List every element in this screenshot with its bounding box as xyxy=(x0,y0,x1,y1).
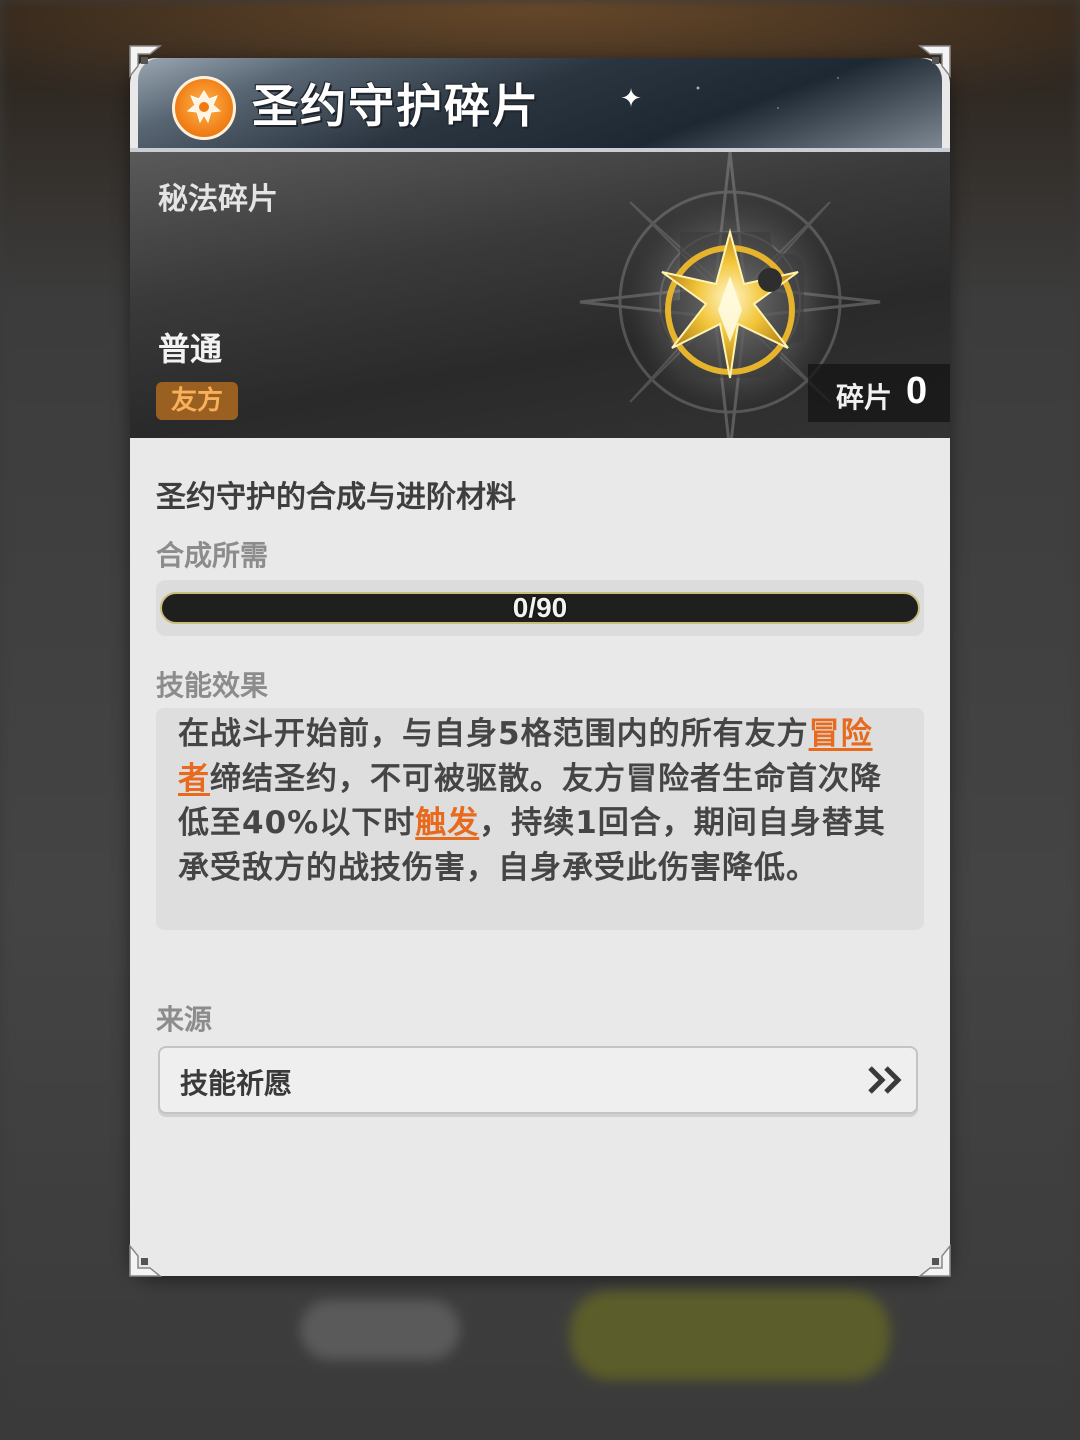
keyword-trigger-link[interactable]: 触发 xyxy=(415,805,479,841)
fragment-count-label: 碎片 xyxy=(836,381,893,414)
source-skill-wish-button[interactable]: 技能祈愿 xyxy=(158,1046,918,1114)
orange-rarity-emblem-icon xyxy=(172,76,236,140)
background-confirm-blur xyxy=(570,1290,890,1380)
corner-ornament-icon xyxy=(129,45,162,78)
item-title: 圣约守护碎片 xyxy=(252,79,540,133)
faction-badge: 友方 xyxy=(156,382,238,420)
background-button-blur xyxy=(300,1300,460,1360)
craft-requirement-label: 合成所需 xyxy=(156,539,269,572)
item-rarity: 普通 xyxy=(158,330,223,368)
skill-text-part: 在战斗开始前，与自身5格范围内的所有友方 xyxy=(178,716,809,752)
corner-ornament-icon xyxy=(918,45,951,78)
craft-progress-text: 0/90 xyxy=(512,592,568,623)
title-bar: 圣约守护碎片 ✦ xyxy=(138,58,942,150)
fragment-count: 碎片 0 xyxy=(808,364,950,422)
source-label: 来源 xyxy=(156,1003,213,1036)
corner-ornament-icon xyxy=(129,1244,162,1277)
sparkle-icon: ✦ xyxy=(620,84,642,114)
craft-progress-bar: 0/90 xyxy=(160,592,920,624)
fragment-count-value: 0 xyxy=(906,370,928,412)
item-header-panel: 秘法碎片 普通 友方 碎片 0 xyxy=(130,152,950,438)
source-item-label: 技能祈愿 xyxy=(180,1067,293,1100)
craft-progress: 0/90 xyxy=(156,580,924,636)
item-description: 圣约守护的合成与进阶材料 xyxy=(156,480,516,515)
skill-effect-label: 技能效果 xyxy=(156,669,269,702)
double-chevron-right-icon xyxy=(868,1066,902,1094)
skill-effect-text: 在战斗开始前，与自身5格范围内的所有友方冒险者缔结圣约，不可被驱散。友方冒险者生… xyxy=(156,708,924,930)
golden-puzzle-fragment-icon xyxy=(628,200,836,408)
item-category: 秘法碎片 xyxy=(158,182,278,217)
item-detail-card: 圣约守护碎片 ✦ 秘法碎片 普通 友方 碎片 0 圣约守护的合成与进阶材料 合成… xyxy=(130,58,950,1276)
corner-ornament-icon xyxy=(918,1244,951,1277)
